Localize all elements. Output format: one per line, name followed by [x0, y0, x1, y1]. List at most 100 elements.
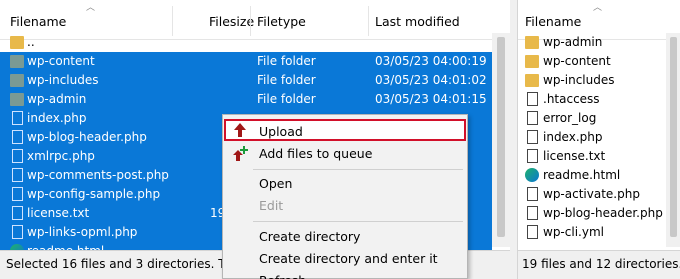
file-icon	[12, 149, 23, 163]
local-scrollbar[interactable]	[492, 33, 510, 247]
filename: wp-blog-header.php	[543, 206, 663, 220]
list-item[interactable]: .htaccess	[518, 90, 666, 109]
list-item[interactable]: wp-admin File folder 03/05/23 04:01:15	[0, 90, 492, 109]
menu-item-label: Open	[259, 176, 293, 191]
file-icon	[12, 111, 23, 125]
scrollbar-thumb[interactable]	[497, 37, 505, 237]
list-item[interactable]: wp-content	[518, 52, 666, 71]
filename: wp-admin	[543, 35, 603, 49]
menu-item-label: Refresh	[259, 270, 306, 279]
column-filename[interactable]: Filename	[525, 12, 581, 32]
scrollbar-thumb[interactable]	[670, 37, 677, 237]
folder-icon	[10, 55, 24, 68]
menu-item-refresh[interactable]: Refresh	[224, 270, 466, 279]
filename: index.php	[27, 111, 87, 125]
list-item[interactable]: wp-content File folder 03/05/23 04:00:19	[0, 52, 492, 71]
remote-scrollbar[interactable]	[666, 33, 680, 247]
list-item[interactable]: wp-blog-header.php	[518, 204, 666, 223]
sort-caret-icon: ︿	[593, 3, 603, 13]
add-to-queue-icon	[233, 146, 248, 161]
filename: wp-blog-header.php	[27, 130, 147, 144]
last-modified: 03/05/23 04:01:15	[375, 92, 487, 106]
column-divider[interactable]	[250, 6, 251, 36]
menu-separator	[253, 169, 463, 170]
filename: error_log	[543, 111, 597, 125]
folder-icon	[525, 55, 539, 68]
menu-item-create-directory-enter[interactable]: Create directory and enter it	[224, 248, 466, 270]
pane-splitter[interactable]	[510, 0, 517, 279]
last-modified: 03/05/23 04:01:02	[375, 73, 487, 87]
filetype: File folder	[257, 73, 316, 87]
menu-item-create-directory[interactable]: Create directory	[224, 226, 466, 248]
list-item[interactable]: wp-activate.php	[518, 185, 666, 204]
filename: ..	[27, 35, 35, 49]
menu-item-label: Add files to queue	[259, 146, 373, 161]
menu-item-upload[interactable]: Upload	[224, 119, 466, 141]
column-filetype[interactable]: Filetype	[257, 12, 306, 32]
file-icon	[527, 187, 538, 201]
file-icon	[527, 111, 538, 125]
filename: wp-admin	[27, 92, 87, 106]
column-divider[interactable]	[172, 6, 173, 36]
filename: wp-content	[543, 54, 611, 68]
list-item[interactable]: ..	[0, 33, 492, 52]
filename: wp-comments-post.php	[27, 168, 169, 182]
file-icon	[527, 206, 538, 220]
filename: wp-activate.php	[543, 187, 640, 201]
list-item[interactable]: wp-cli.yml	[518, 223, 666, 242]
column-last-modified[interactable]: Last modified	[375, 12, 460, 32]
filename: wp-content	[27, 54, 95, 68]
remote-file-list: wp-admin wp-content wp-includes .htacces…	[518, 33, 666, 242]
remote-status-bar: 19 files and 12 directories.	[518, 250, 680, 279]
filename: license.txt	[543, 149, 606, 163]
filename: readme.html	[543, 168, 621, 182]
edge-browser-icon	[525, 168, 539, 182]
list-item[interactable]: readme.html	[518, 166, 666, 185]
filename: wp-config-sample.php	[27, 187, 161, 201]
list-item[interactable]: license.txt	[518, 147, 666, 166]
menu-item-open[interactable]: Open	[224, 173, 466, 195]
file-icon	[12, 225, 23, 239]
last-modified: 03/05/23 04:00:19	[375, 54, 487, 68]
menu-item-label: Create directory	[259, 229, 361, 244]
upload-arrow-icon	[234, 123, 246, 137]
file-icon	[527, 130, 538, 144]
menu-separator	[253, 221, 463, 222]
list-item[interactable]: wp-admin	[518, 33, 666, 52]
list-item[interactable]: wp-includes File folder 03/05/23 04:01:0…	[0, 71, 492, 90]
column-divider[interactable]	[368, 6, 369, 36]
folder-icon	[525, 74, 539, 87]
file-icon	[12, 206, 23, 220]
filesize: 19	[210, 206, 222, 220]
remote-file-pane: Filename ︿ wp-admin wp-content wp-includ…	[517, 0, 680, 279]
list-item[interactable]: index.php	[518, 128, 666, 147]
folder-icon	[10, 74, 24, 87]
filename: wp-includes	[543, 73, 615, 87]
file-icon	[527, 149, 538, 163]
file-icon	[12, 130, 23, 144]
menu-item-label: Upload	[259, 124, 303, 139]
folder-icon	[10, 36, 24, 49]
filetype: File folder	[257, 54, 316, 68]
column-filesize[interactable]: Filesize	[209, 12, 254, 32]
menu-item-edit[interactable]: Edit	[224, 195, 466, 217]
column-filename[interactable]: Filename	[10, 12, 66, 32]
file-icon	[527, 225, 538, 239]
sort-caret-icon: ︿	[86, 3, 96, 13]
filename: wp-links-opml.php	[27, 225, 138, 239]
filetype: File folder	[257, 92, 316, 106]
menu-item-label: Create directory and enter it	[259, 251, 438, 266]
file-icon	[527, 92, 538, 106]
filename: index.php	[543, 130, 603, 144]
file-icon	[12, 187, 23, 201]
filename: xmlrpc.php	[27, 149, 95, 163]
list-item[interactable]: wp-includes	[518, 71, 666, 90]
menu-item-add-to-queue[interactable]: Add files to queue	[224, 143, 466, 165]
menu-item-label: Edit	[259, 198, 284, 213]
filename: license.txt	[27, 206, 90, 220]
filename: .htaccess	[543, 92, 600, 106]
folder-icon	[10, 93, 24, 106]
filename: wp-includes	[27, 73, 99, 87]
context-menu: Upload Add files to queue Open Edit Crea…	[222, 114, 468, 279]
list-item[interactable]: error_log	[518, 109, 666, 128]
